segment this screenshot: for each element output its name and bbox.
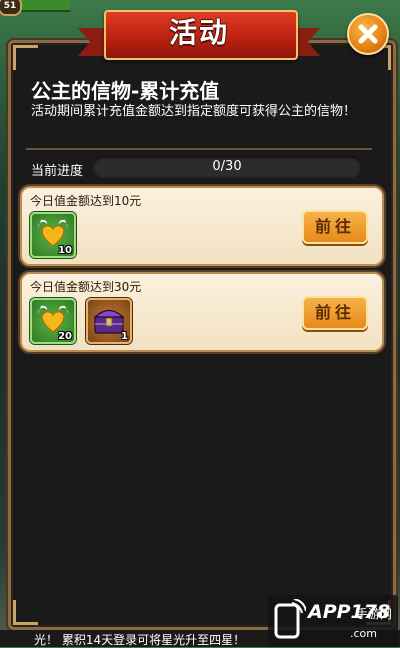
activity-name: 公主的信物-累计充值 [31, 79, 220, 103]
panel-corner-ornament [13, 45, 38, 70]
reward-count: 10 [58, 245, 72, 256]
progress-label: 当前进度 [31, 164, 84, 179]
task-title: 今日值金额达到10元 [30, 194, 142, 208]
reward-item[interactable]: 1 [86, 298, 132, 344]
close-button[interactable] [347, 13, 389, 55]
title-ribbon: 活动 [78, 10, 294, 60]
go-button[interactable]: 前往 [302, 210, 368, 244]
reward-item[interactable]: 20 [30, 298, 76, 344]
site-watermark: APP178 手游网 .com [268, 595, 398, 647]
reward-item[interactable]: 10 [30, 212, 76, 258]
phone-logo-icon [274, 599, 306, 639]
gold-heart-icon [38, 305, 68, 333]
task-card: 今日值金额达到30元 20 1 前往 [20, 272, 384, 352]
progress-bar: 0/30 [92, 156, 362, 178]
task-title: 今日值金额达到30元 [30, 280, 142, 294]
reward-count: 1 [121, 331, 128, 342]
page-title: 活动 [168, 16, 229, 49]
task-card: 今日值金额达到10元 10 前往 [20, 186, 384, 266]
divider [26, 148, 372, 150]
go-button[interactable]: 前往 [302, 296, 368, 330]
panel-corner-ornament [13, 600, 38, 625]
reward-count: 20 [58, 331, 72, 342]
player-level-badge: 51 [0, 0, 22, 16]
announcement-text: 光！ 累积14天登录可将星光升至四星！ [34, 633, 246, 647]
close-icon [358, 24, 378, 44]
watermark-domain: .com [350, 627, 377, 640]
watermark-sub-top: 手游网 [355, 607, 392, 621]
activity-description: 活动期间累计充值金额达到指定额度可获得公主的信物！ [31, 104, 357, 119]
progress-value: 0/30 [212, 159, 242, 174]
gold-heart-icon [38, 219, 68, 247]
